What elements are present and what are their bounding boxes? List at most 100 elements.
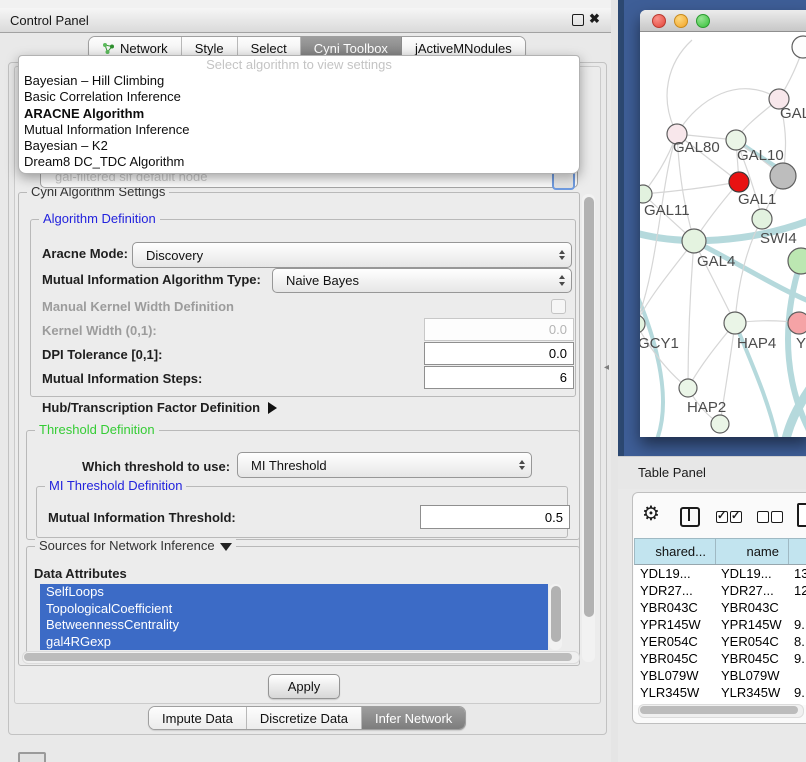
table-cell[interactable]: 8. — [788, 633, 806, 650]
table-row[interactable]: YBR045CYBR045C9. — [634, 650, 806, 667]
network-edge[interactable] — [640, 284, 663, 437]
dpi-tolerance-field[interactable]: 0.0 — [424, 342, 574, 365]
table-cell[interactable]: YDL19... — [715, 565, 788, 582]
table-cell[interactable]: YDR27... — [634, 582, 715, 599]
network-edge[interactable] — [688, 323, 735, 388]
network-canvas[interactable]: GALGAL80GAL10GAL1GAL11SWI4GAL4GCY1HAP4YH… — [640, 32, 806, 437]
network-node[interactable] — [679, 379, 697, 397]
column-header[interactable]: name — [716, 538, 789, 564]
table-cell[interactable] — [788, 667, 806, 684]
table-cell[interactable]: YDL19... — [634, 565, 715, 582]
algorithm-option[interactable]: ARACNE Algorithm — [19, 106, 579, 122]
network-edge[interactable] — [643, 182, 739, 194]
attributes-scrollbar-thumb[interactable] — [551, 586, 561, 642]
manual-kernel-checkbox[interactable] — [551, 299, 566, 314]
table-row[interactable]: YBR043CYBR043C — [634, 599, 806, 616]
column-header[interactable]: A — [789, 538, 806, 564]
network-edge[interactable] — [640, 134, 677, 324]
network-node[interactable] — [788, 248, 806, 274]
algorithm-option[interactable]: Mutual Information Inference — [19, 122, 579, 138]
algorithm-option[interactable]: Bayesian – Hill Climbing — [19, 73, 579, 89]
table-cell[interactable]: YER054C — [634, 633, 715, 650]
select-all-check-icon[interactable] — [716, 511, 728, 523]
algorithm-option[interactable]: Dream8 DC_TDC Algorithm — [19, 154, 579, 170]
table-cell[interactable]: YBL079W — [634, 667, 715, 684]
network-node[interactable] — [729, 172, 749, 192]
table-cell[interactable]: YLR345W — [715, 684, 788, 701]
table-row[interactable]: YBL079WYBL079W — [634, 667, 806, 684]
table-cell[interactable]: 13 — [788, 565, 806, 582]
attribute-item[interactable]: gal4RGexp — [40, 634, 548, 651]
network-node[interactable] — [770, 163, 796, 189]
panel-divider[interactable] — [611, 0, 618, 762]
new-table-icon[interactable] — [797, 503, 806, 527]
network-node[interactable] — [752, 209, 772, 229]
attribute-item[interactable]: BetweennessCentrality — [40, 617, 548, 634]
table-row[interactable]: YDR27...YDR27...12 — [634, 582, 806, 599]
settings-scrollbar-thumb[interactable] — [584, 197, 594, 617]
select-all-check-icon[interactable] — [730, 511, 742, 523]
table-cell[interactable] — [788, 599, 806, 616]
table-cell[interactable]: YBR043C — [634, 599, 715, 616]
close-panel-icon[interactable]: ✖ — [589, 11, 600, 27]
settings-hscrollbar-thumb[interactable] — [24, 653, 572, 661]
tab-impute-data[interactable]: Impute Data — [149, 707, 247, 729]
table-cell[interactable]: YPR145W — [634, 616, 715, 633]
apply-button[interactable]: Apply — [268, 674, 340, 699]
table-cell[interactable]: YBR043C — [715, 599, 788, 616]
close-window-icon[interactable] — [652, 14, 666, 28]
table-cell[interactable]: YDR27... — [715, 582, 788, 599]
mi-threshold-field[interactable]: 0.5 — [420, 505, 570, 529]
tab-discretize-data[interactable]: Discretize Data — [247, 707, 362, 729]
table-cell[interactable]: YBL079W — [715, 667, 788, 684]
gear-icon[interactable]: ⚙ — [642, 504, 660, 524]
deselect-all-icon[interactable] — [771, 511, 783, 523]
minimize-window-icon[interactable] — [674, 14, 688, 28]
which-threshold-combobox[interactable]: MI Threshold — [237, 452, 532, 478]
network-node[interactable] — [711, 415, 729, 433]
algorithm-option[interactable]: Basic Correlation Inference — [19, 89, 579, 105]
kernel-width-field[interactable]: 0.0 — [424, 318, 574, 341]
tab-infer-network[interactable]: Infer Network — [362, 707, 465, 729]
network-edge[interactable] — [688, 241, 694, 388]
network-window-titlebar[interactable] — [640, 10, 806, 32]
collapse-down-icon[interactable] — [220, 543, 232, 551]
network-node[interactable] — [792, 36, 806, 58]
attribute-item[interactable]: TopologicalCoefficient — [40, 601, 548, 618]
column-header[interactable]: shared... — [635, 538, 716, 564]
network-edge[interactable] — [640, 324, 688, 388]
table-row[interactable]: YER054CYER054C8. — [634, 633, 806, 650]
table-row[interactable]: YLR345WYLR345W9. — [634, 684, 806, 701]
network-node[interactable] — [682, 229, 706, 253]
bottom-left-grip-icon[interactable] — [18, 752, 46, 762]
zoom-window-icon[interactable] — [696, 14, 710, 28]
splitter-collapse-icon[interactable]: ◂ — [604, 362, 609, 373]
table-hscrollbar-thumb[interactable] — [640, 706, 798, 714]
table-cell[interactable]: 9. — [788, 684, 806, 701]
network-node[interactable] — [640, 185, 652, 203]
mi-type-combobox[interactable]: Naive Bayes — [272, 268, 572, 293]
table-row[interactable]: YDL19...YDL19...13 — [634, 565, 806, 582]
table-cell[interactable]: YBR045C — [715, 650, 788, 667]
hub-definition-section[interactable]: Hub/Transcription Factor Definition — [42, 400, 277, 415]
network-edge[interactable] — [667, 40, 692, 134]
table-row[interactable]: YPR145WYPR145W9. — [634, 616, 806, 633]
table-cell[interactable]: 12 — [788, 582, 806, 599]
float-panel-icon[interactable] — [572, 14, 584, 26]
table-cell[interactable]: 9. — [788, 616, 806, 633]
network-edge[interactable] — [694, 241, 806, 304]
attribute-item[interactable]: SelfLoops — [40, 584, 548, 601]
sources-group-title[interactable]: Sources for Network Inference — [35, 538, 236, 554]
expand-right-icon[interactable] — [268, 402, 277, 414]
algorithm-option[interactable]: Bayesian – K2 — [19, 138, 579, 154]
split-columns-icon[interactable] — [680, 507, 700, 527]
deselect-all-icon[interactable] — [757, 511, 769, 523]
table-cell[interactable]: YLR345W — [634, 684, 715, 701]
network-node[interactable] — [788, 312, 806, 334]
mi-steps-field[interactable]: 6 — [424, 366, 574, 389]
aracne-mode-combobox[interactable]: Discovery — [132, 242, 572, 268]
table-cell[interactable]: 9. — [788, 650, 806, 667]
table-cell[interactable]: YER054C — [715, 633, 788, 650]
network-node[interactable] — [724, 312, 746, 334]
table-cell[interactable]: YBR045C — [634, 650, 715, 667]
